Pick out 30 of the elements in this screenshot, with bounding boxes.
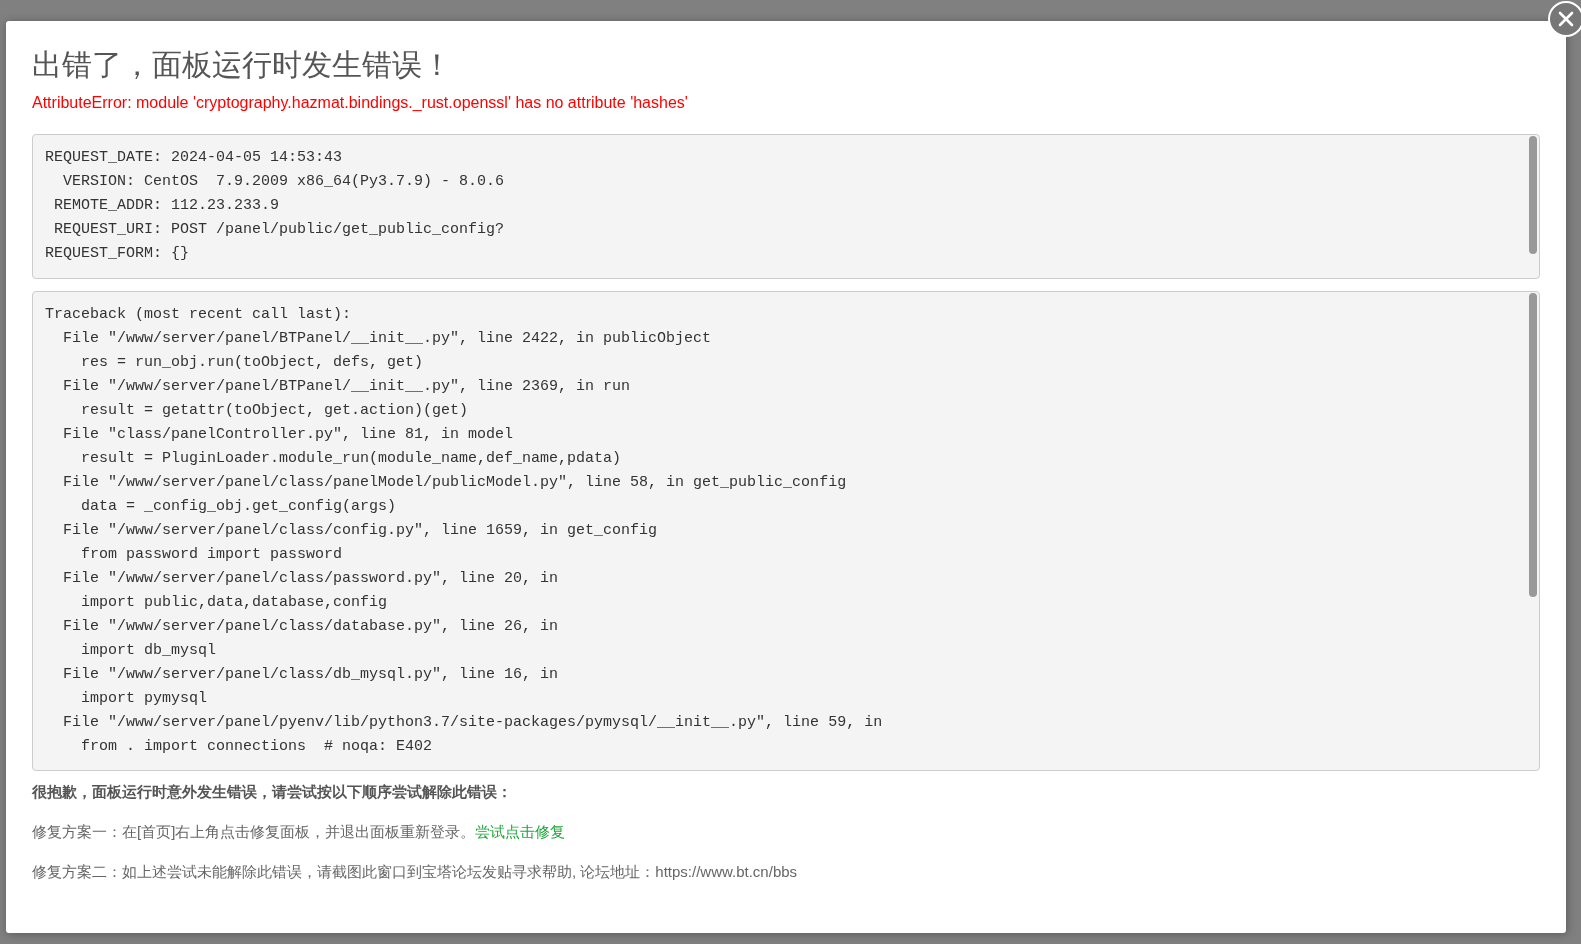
code-line: File "/www/server/panel/BTPanel/__init__.py", line 2422, in publicObject xyxy=(62,329,713,349)
code-line: File "/www/server/panel/BTPanel/__init__.py", line 2369, in run xyxy=(62,377,632,397)
fix-instruction: 修复方案二：如上述尝试未能解除此错误，请截图此窗口到宝塔论坛发贴寻求帮助, 论坛地址：https://www.bt.cn/bbs xyxy=(32,863,798,880)
code-line: import db_mysql xyxy=(80,641,218,661)
code-line: result = getattr(toObject, get.action)(get) xyxy=(80,401,470,421)
code-line: File "/www/server/panel/class/config.py", line 1659, in get_config xyxy=(62,521,659,541)
code-line: REQUEST_DATE: 2024-04-05 14:53:43 xyxy=(45,148,344,168)
code-line: from . import connections # noqa: E402 xyxy=(80,737,434,757)
code-line: File "/www/server/panel/pyenv/lib/python3.7/site-packages/pymysql/__init__.py", line 59, in xyxy=(62,713,884,733)
code-line: File "/www/server/panel/class/panelModel/publicModel.py", line 58, in get_public_config xyxy=(62,473,848,493)
error-message: AttributeError: module 'cryptography.hazmat.bindings._rust.openssl' has no attribute 'hashes' xyxy=(32,93,689,113)
code-line: REQUEST_FORM: {} xyxy=(45,244,191,264)
code-line: REQUEST_URI: POST /panel/public/get_public_config? xyxy=(53,220,506,240)
code-line: File "/www/server/panel/class/db_mysql.py", line 16, in xyxy=(62,665,560,685)
code-line: Traceback (most recent call last): xyxy=(45,305,353,325)
code-line: from password import password xyxy=(80,545,344,565)
code-line: import public,data,database,config xyxy=(80,593,389,613)
help-heading: 很抱歉，面板运行时意外发生错误，请尝试按以下顺序尝试解除此错误： xyxy=(32,782,513,802)
fix-instruction: 修复方案一：在[首页]右上角点击修复面板，并退出面板重新登录。 xyxy=(32,823,476,840)
code-line: VERSION: CentOS 7.9.2009 x86_64(Py3.7.9) - 8.0.6 xyxy=(62,172,506,192)
repair-link[interactable]: 尝试点击修复 xyxy=(475,823,566,840)
code-line: res = run_obj.run(toObject, defs, get) xyxy=(80,353,425,373)
code-line: result = PluginLoader.module_run(module_name,def_name,pdata) xyxy=(80,449,623,469)
dialog-title: 出错了，面板运行时发生错误！ xyxy=(32,47,453,83)
code-line: import pymysql xyxy=(80,689,209,709)
code-line: File "/www/server/panel/class/password.py", line 20, in xyxy=(62,569,560,589)
code-line: REMOTE_ADDR: 112.23.233.9 xyxy=(53,196,281,216)
code-line: data = _config_obj.get_config(args) xyxy=(80,497,398,517)
code-line: File "/www/server/panel/class/database.py", line 26, in xyxy=(62,617,560,637)
code-line: File "class/panelController.py", line 81, in model xyxy=(62,425,515,445)
